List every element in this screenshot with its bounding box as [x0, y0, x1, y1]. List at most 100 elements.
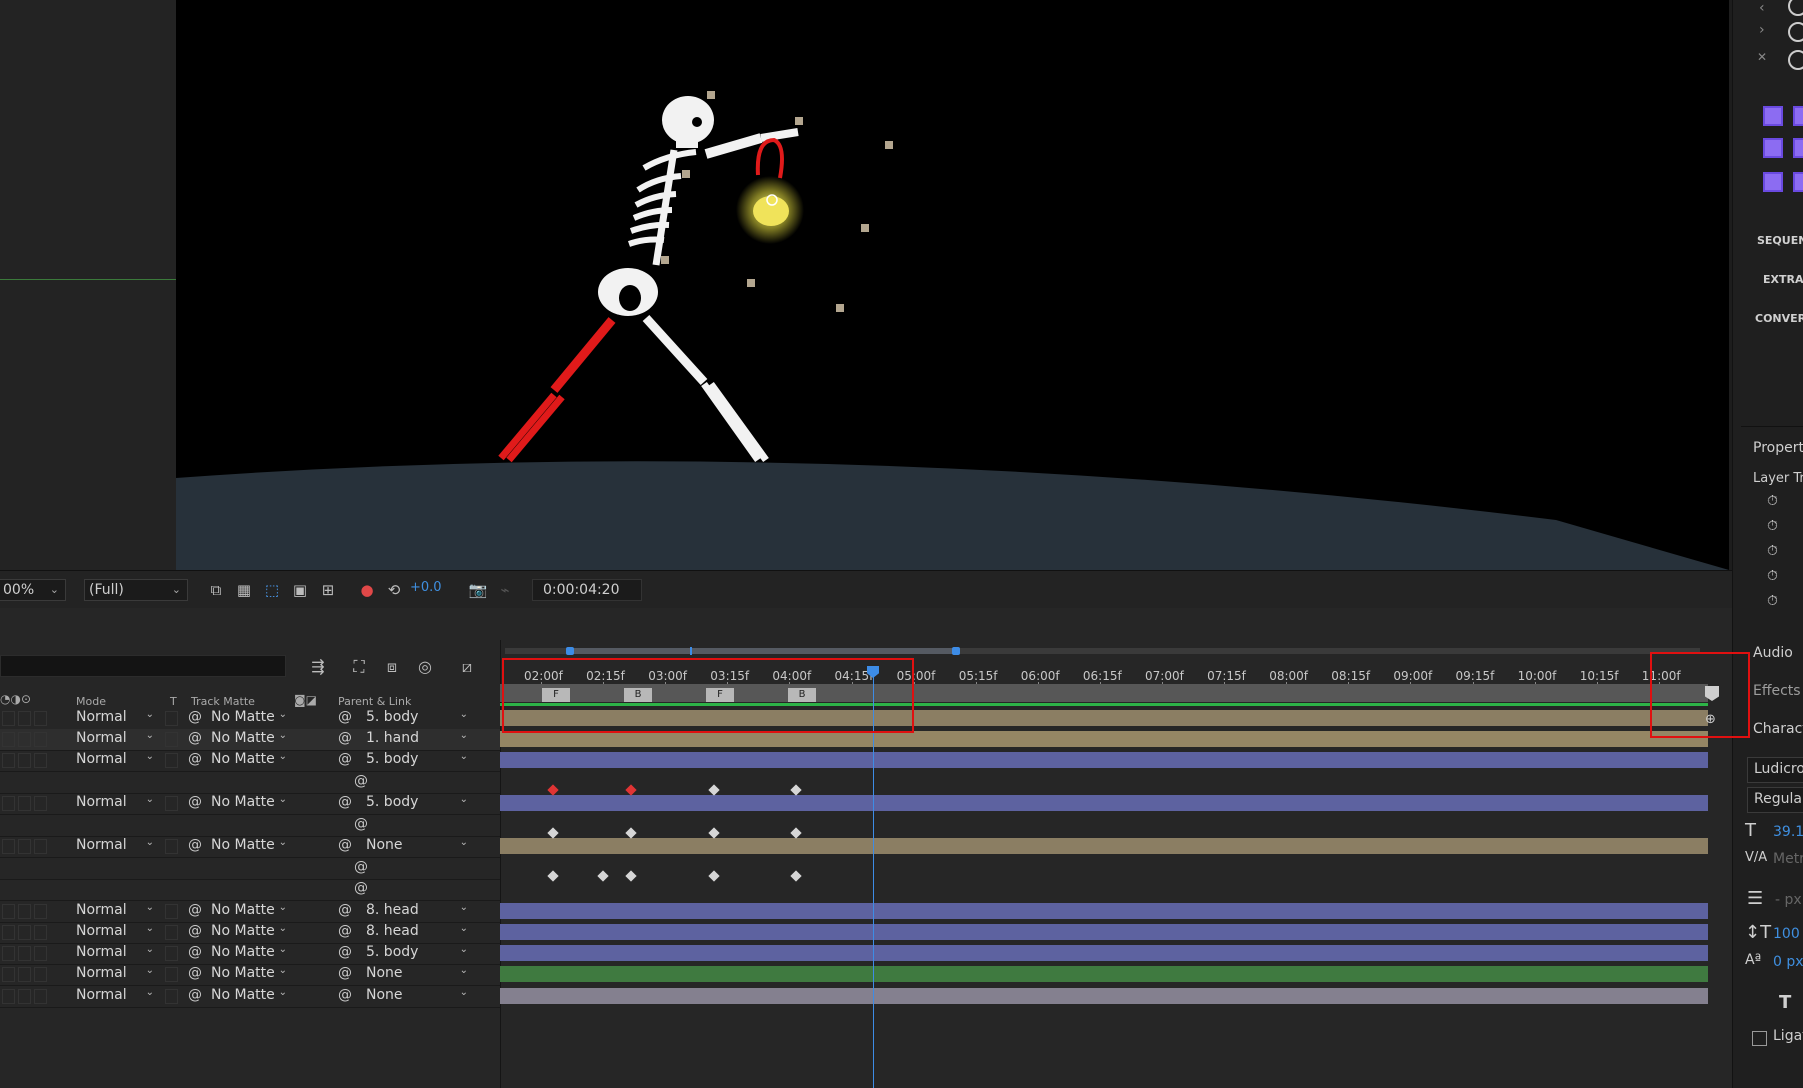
sequence-button[interactable]: SEQUENC	[1757, 234, 1803, 247]
solo-switch[interactable]	[18, 711, 31, 726]
color-channels-icon[interactable]: ●	[357, 580, 377, 600]
blend-mode-dropdown[interactable]: Normal ⌄	[76, 902, 158, 920]
parent-dropdown[interactable]: None ⌄	[366, 987, 472, 1005]
av-switch[interactable]	[2, 967, 15, 982]
parent-switch-icon[interactable]: ◙◪	[294, 693, 317, 707]
preserve-transparency-switch[interactable]	[165, 967, 178, 982]
parent-pickwhip-icon[interactable]: @	[338, 902, 352, 918]
exposure-value[interactable]: +0.0	[410, 580, 442, 595]
effects-presets-panel-title[interactable]: Effects &	[1753, 683, 1803, 699]
solo-switch[interactable]	[18, 796, 31, 811]
baseline-shift-value[interactable]: 0 px	[1773, 954, 1803, 970]
chevron-right-icon[interactable]: ›	[1759, 22, 1765, 38]
ligatures-checkbox[interactable]	[1752, 1031, 1767, 1046]
property-row[interactable]: @	[0, 879, 500, 901]
hide-shy-layers-icon[interactable]: ⧈	[381, 656, 403, 678]
circle-option-icon[interactable]	[1788, 50, 1803, 70]
blend-mode-dropdown[interactable]: Normal ⌄	[76, 965, 158, 983]
layer-duration-bar[interactable]	[500, 924, 1708, 940]
layer-row[interactable]: Normal ⌄ @ No Matte ⌄ @5. body ⌄	[0, 943, 500, 965]
circle-option-icon[interactable]	[1788, 0, 1803, 16]
lock-switch[interactable]	[34, 946, 47, 961]
matte-pickwhip-icon[interactable]: @	[188, 923, 202, 939]
anchor-swatch[interactable]	[1763, 138, 1783, 158]
column-switches-icon[interactable]: ◔◑⊙	[0, 692, 31, 706]
lock-switch[interactable]	[34, 711, 47, 726]
blend-mode-dropdown[interactable]: Normal ⌄	[76, 837, 158, 855]
show-snapshot-icon[interactable]: ⌁	[495, 580, 515, 600]
track-matte-dropdown[interactable]: No Matte ⌄	[211, 987, 291, 1005]
av-switch[interactable]	[2, 989, 15, 1004]
stopwatch-icon[interactable]: ⏱	[1767, 593, 1778, 609]
parent-pickwhip-icon[interactable]: @	[338, 837, 352, 853]
parent-dropdown[interactable]: 5. body ⌄	[366, 944, 472, 962]
matte-pickwhip-icon[interactable]: @	[188, 751, 202, 767]
track-matte-dropdown[interactable]: No Matte ⌄	[211, 944, 291, 962]
preserve-transparency-switch[interactable]	[165, 946, 178, 961]
matte-pickwhip-icon[interactable]: @	[188, 902, 202, 918]
parent-dropdown[interactable]: None ⌄	[366, 965, 472, 983]
layer-duration-bar[interactable]	[500, 752, 1708, 768]
solo-switch[interactable]	[18, 925, 31, 940]
av-switch[interactable]	[2, 904, 15, 919]
parent-dropdown[interactable]: None ⌄	[366, 837, 472, 855]
preserve-transparency-switch[interactable]	[165, 989, 178, 1004]
layer-row[interactable]: Normal ⌄ @ No Matte ⌄ @ None ⌄	[0, 836, 500, 858]
parent-dropdown[interactable]: 8. head ⌄	[366, 902, 472, 920]
matte-pickwhip-icon[interactable]: @	[188, 709, 202, 725]
parent-pickwhip-icon[interactable]: @	[338, 751, 352, 767]
reset-exposure-icon[interactable]: ⟲	[384, 580, 404, 600]
track-matte-dropdown[interactable]: No Matte ⌄	[211, 965, 291, 983]
layer-duration-bar[interactable]	[500, 988, 1708, 1004]
parent-pickwhip-icon[interactable]: @	[338, 944, 352, 960]
preserve-transparency-switch[interactable]	[165, 925, 178, 940]
property-row[interactable]: @	[0, 772, 500, 794]
layer-row[interactable]: Normal ⌄ @ No Matte ⌄ @5. body ⌄	[0, 708, 500, 730]
chevron-left-icon[interactable]: ‹	[1759, 0, 1765, 16]
property-row[interactable]: @	[0, 858, 500, 880]
preserve-transparency-switch[interactable]	[165, 753, 178, 768]
magnification-dropdown[interactable]: 00% ⌄	[0, 579, 66, 601]
parent-pickwhip-icon[interactable]: @	[338, 987, 352, 1003]
layer-row[interactable]: Normal ⌄ @ No Matte ⌄ @5. body ⌄	[0, 750, 500, 772]
parent-pickwhip-icon[interactable]: @	[338, 794, 352, 810]
mask-visibility-icon[interactable]: ⬚	[262, 580, 282, 600]
font-family-dropdown[interactable]: Ludicrou	[1747, 757, 1803, 783]
layer-row[interactable]: Normal ⌄ @ No Matte ⌄ @8. head ⌄	[0, 922, 500, 944]
layer-duration-bar[interactable]	[500, 945, 1708, 961]
anchor-swatch[interactable]	[1793, 138, 1803, 158]
layer-duration-bar[interactable]	[500, 903, 1708, 919]
blend-mode-dropdown[interactable]: Normal ⌄	[76, 751, 158, 769]
parent-dropdown[interactable]: 1. hand ⌄	[366, 730, 472, 748]
solo-switch[interactable]	[18, 904, 31, 919]
property-pickwhip-icon[interactable]: @	[354, 816, 368, 832]
lock-switch[interactable]	[34, 732, 47, 747]
preserve-transparency-switch[interactable]	[165, 839, 178, 854]
track-matte-dropdown[interactable]: No Matte ⌄	[211, 902, 291, 920]
resolution-dropdown[interactable]: (Full) ⌄	[84, 579, 188, 601]
preserve-transparency-switch[interactable]	[165, 711, 178, 726]
av-switch[interactable]	[2, 753, 15, 768]
av-switch[interactable]	[2, 732, 15, 747]
audio-panel-title[interactable]: Audio	[1753, 645, 1793, 661]
lock-switch[interactable]	[34, 925, 47, 940]
blend-mode-dropdown[interactable]: Normal ⌄	[76, 987, 158, 1005]
layer-duration-bar[interactable]	[500, 795, 1708, 811]
blend-mode-dropdown[interactable]: Normal ⌄	[76, 730, 158, 748]
parent-pickwhip-icon[interactable]: @	[338, 709, 352, 725]
property-pickwhip-icon[interactable]: @	[354, 859, 368, 875]
property-row[interactable]: @	[0, 815, 500, 837]
preserve-transparency-switch[interactable]	[165, 732, 178, 747]
track-matte-dropdown[interactable]: No Matte ⌄	[211, 923, 291, 941]
av-switch[interactable]	[2, 796, 15, 811]
property-pickwhip-icon[interactable]: @	[354, 773, 368, 789]
leading-value[interactable]: - px	[1775, 892, 1802, 908]
stopwatch-icon[interactable]: ⏱	[1767, 568, 1778, 584]
layer-row[interactable]: Normal ⌄ @ No Matte ⌄ @ None ⌄	[0, 986, 500, 1008]
convert-button[interactable]: CONVERT	[1755, 312, 1803, 325]
parent-pickwhip-icon[interactable]: @	[338, 923, 352, 939]
blend-mode-dropdown[interactable]: Normal ⌄	[76, 794, 158, 812]
composition-viewer[interactable]	[176, 0, 1729, 570]
av-switch[interactable]	[2, 839, 15, 854]
comp-mini-flowchart-icon[interactable]: ⇶	[307, 656, 329, 678]
